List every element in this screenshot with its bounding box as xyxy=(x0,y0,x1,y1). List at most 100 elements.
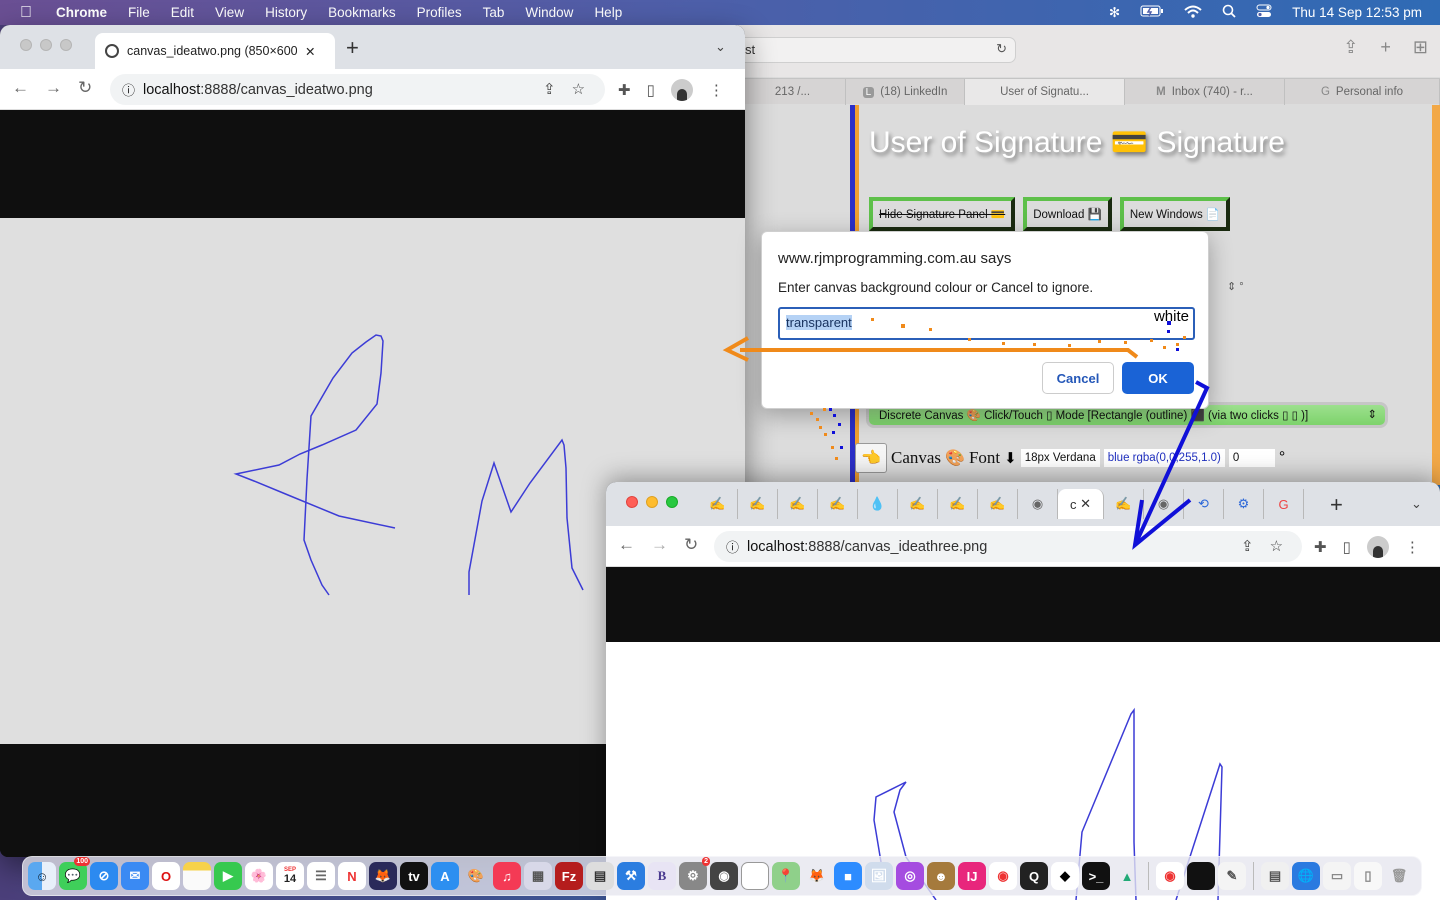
dock-cabri[interactable]: ▲ xyxy=(1113,862,1141,890)
dock-launchpad[interactable]: ▦ xyxy=(524,862,552,890)
address-bar[interactable]: ⓘ localhost:8888/canvas_ideatwo.png ⇪ ☆ xyxy=(110,74,605,105)
share-icon[interactable]: ⇪ xyxy=(1343,37,1358,58)
tab-globe-favicon[interactable]: ◉ xyxy=(1144,489,1184,519)
menu-help[interactable]: Help xyxy=(594,5,622,20)
back-icon[interactable]: ← xyxy=(618,535,635,555)
dock-filezilla[interactable]: Fz xyxy=(555,862,583,890)
extensions-puzzle-icon[interactable]: ✚ xyxy=(1314,538,1327,556)
back-icon[interactable]: ← xyxy=(12,78,29,98)
new-tab-icon[interactable]: + xyxy=(1380,37,1391,58)
dock-messages[interactable]: 💬 100 xyxy=(59,857,90,890)
rotation-spinner[interactable]: ⇕ ° xyxy=(1227,280,1244,293)
apple-menu-icon[interactable]:  xyxy=(20,4,42,22)
pointing-hand-button[interactable]: 👈 xyxy=(855,443,887,473)
menu-file[interactable]: File xyxy=(128,5,150,20)
dock-calendar[interactable]: SEP 14 xyxy=(276,862,304,890)
dock-mail[interactable]: ✉ xyxy=(121,862,149,890)
dock-calculator[interactable]: ▤ xyxy=(586,862,614,890)
dock-music[interactable]: ♫ xyxy=(493,862,521,890)
site-info-icon[interactable]: ⓘ xyxy=(122,80,135,99)
dock-photos[interactable]: 🌸 xyxy=(245,862,273,890)
dock-maps[interactable]: 📍 xyxy=(772,862,800,890)
more-menu-icon[interactable]: ⋮ xyxy=(1405,538,1420,556)
share-icon[interactable]: ⇪ xyxy=(543,80,556,98)
tab-search-chevron-icon[interactable]: ⌄ xyxy=(1411,496,1422,512)
tab-search-chevron-icon[interactable]: ⌄ xyxy=(715,39,726,55)
dock-chrome-2[interactable]: ◉ xyxy=(1156,862,1184,890)
menu-bookmarks[interactable]: Bookmarks xyxy=(328,5,396,20)
ok-button[interactable]: OK xyxy=(1122,362,1194,394)
dock-bbedit[interactable]: B xyxy=(648,862,676,890)
dock-news[interactable]: N xyxy=(338,862,366,890)
dock-finder[interactable]: ☺ xyxy=(28,862,56,890)
dock-firefox[interactable]: 🦊 xyxy=(369,862,397,890)
site-info-icon[interactable]: ⓘ xyxy=(726,537,739,556)
new-windows-button[interactable]: New Windows 📄 xyxy=(1119,197,1231,231)
minimize-window-button[interactable] xyxy=(40,39,52,51)
dock-terminal-2[interactable] xyxy=(1187,862,1215,890)
bookmark-star-icon[interactable]: ☆ xyxy=(572,80,585,98)
safari-tab-signature[interactable]: User of Signatu... xyxy=(965,79,1125,105)
font-input[interactable]: 18px Verdana xyxy=(1020,449,1100,467)
tab-pen-favicon[interactable]: ✍ xyxy=(938,489,978,519)
tab-pen-favicon[interactable]: ✍ xyxy=(778,489,818,519)
battery-charging-icon[interactable] xyxy=(1140,5,1164,20)
dock-system-settings[interactable]: ⚙ 2 xyxy=(679,857,710,890)
dock-paintbrush[interactable]: 🎨 xyxy=(462,862,490,890)
dock-preview[interactable]: 🖼 xyxy=(865,862,893,890)
profile-avatar[interactable] xyxy=(1366,536,1389,558)
tab-pen-favicon[interactable]: ✍ xyxy=(818,489,858,519)
safari-tab-google[interactable]: G Personal info xyxy=(1285,79,1440,105)
minimize-window-button[interactable] xyxy=(646,496,658,508)
hide-signature-panel-button[interactable]: Hide Signature Panel 💳 xyxy=(869,197,1016,231)
dock-stack[interactable]: ▯ xyxy=(1354,862,1382,890)
forward-icon[interactable]: → xyxy=(651,535,668,555)
tab-pen-favicon[interactable]: ✍ xyxy=(1104,489,1144,519)
side-panel-icon[interactable]: ▯ xyxy=(647,81,655,99)
dock-inkscape[interactable]: ◆ xyxy=(1051,862,1079,890)
safari-address-bar[interactable]: st ↻ xyxy=(736,37,1016,63)
dock-globe[interactable]: 🌐 xyxy=(1292,862,1320,890)
tab-pen-favicon[interactable]: ✍ xyxy=(698,489,738,519)
tab-google-favicon[interactable]: G xyxy=(1264,489,1304,519)
reload-icon[interactable]: ↻ xyxy=(684,535,698,555)
reload-icon[interactable]: ↻ xyxy=(996,41,1007,57)
menu-profiles[interactable]: Profiles xyxy=(417,5,462,20)
menu-history[interactable]: History xyxy=(265,5,307,20)
dock-facetime[interactable]: ▶ xyxy=(214,862,242,890)
tab-overview-icon[interactable]: ⊞ xyxy=(1413,37,1428,58)
dock-chrome[interactable]: ◉ xyxy=(989,862,1017,890)
safari-tab[interactable]: 213 /... xyxy=(740,79,846,105)
wifi-icon[interactable] xyxy=(1184,5,1202,21)
zoom-window-button[interactable] xyxy=(666,496,678,508)
dock-textedit[interactable]: ✎ xyxy=(1218,862,1246,890)
background-colour-input[interactable]: transparent white xyxy=(778,307,1195,340)
rotation-input[interactable]: 0 xyxy=(1228,449,1275,467)
new-tab-button[interactable]: + xyxy=(1330,492,1343,518)
tab-canvas-ideatwo[interactable]: canvas_ideatwo.png (850×600) ✕ xyxy=(95,33,335,69)
dock-libreoffice[interactable] xyxy=(741,862,769,890)
close-window-button[interactable] xyxy=(20,39,32,51)
dock-trash[interactable]: 🗑 xyxy=(1385,862,1413,890)
share-icon[interactable]: ⇪ xyxy=(1241,537,1254,555)
dock-app-store[interactable]: A xyxy=(431,862,459,890)
spotlight-search-icon[interactable] xyxy=(1222,4,1236,21)
dock-mamp[interactable]: ◉ xyxy=(710,862,738,890)
new-tab-button[interactable]: + xyxy=(346,35,359,61)
dock-zoom[interactable]: ■ xyxy=(834,862,862,890)
close-tab-icon[interactable]: ✕ xyxy=(1080,496,1091,512)
menu-tab[interactable]: Tab xyxy=(483,5,505,20)
extensions-puzzle-icon[interactable]: ✚ xyxy=(618,81,631,99)
dock-reminders[interactable]: ☰ xyxy=(307,862,335,890)
dock-contacts[interactable]: ☻ xyxy=(927,862,955,890)
control-center-icon[interactable] xyxy=(1256,4,1272,21)
tab-active[interactable]: c ✕ xyxy=(1058,489,1104,519)
dock-podcasts[interactable]: ◎ xyxy=(896,862,924,890)
tab-pen-favicon[interactable]: ✍ xyxy=(738,489,778,519)
safari-tab-linkedin[interactable]: L (18) LinkedIn xyxy=(846,79,965,105)
dock-apple-tv[interactable]: tv xyxy=(400,862,428,890)
address-bar[interactable]: ⓘ localhost:8888/canvas_ideathree.png ⇪ … xyxy=(714,531,1302,562)
bluetooth-icon[interactable]: ✻ xyxy=(1109,5,1120,21)
tab-pen-favicon[interactable]: ✍ xyxy=(978,489,1018,519)
cancel-button[interactable]: Cancel xyxy=(1042,362,1114,394)
